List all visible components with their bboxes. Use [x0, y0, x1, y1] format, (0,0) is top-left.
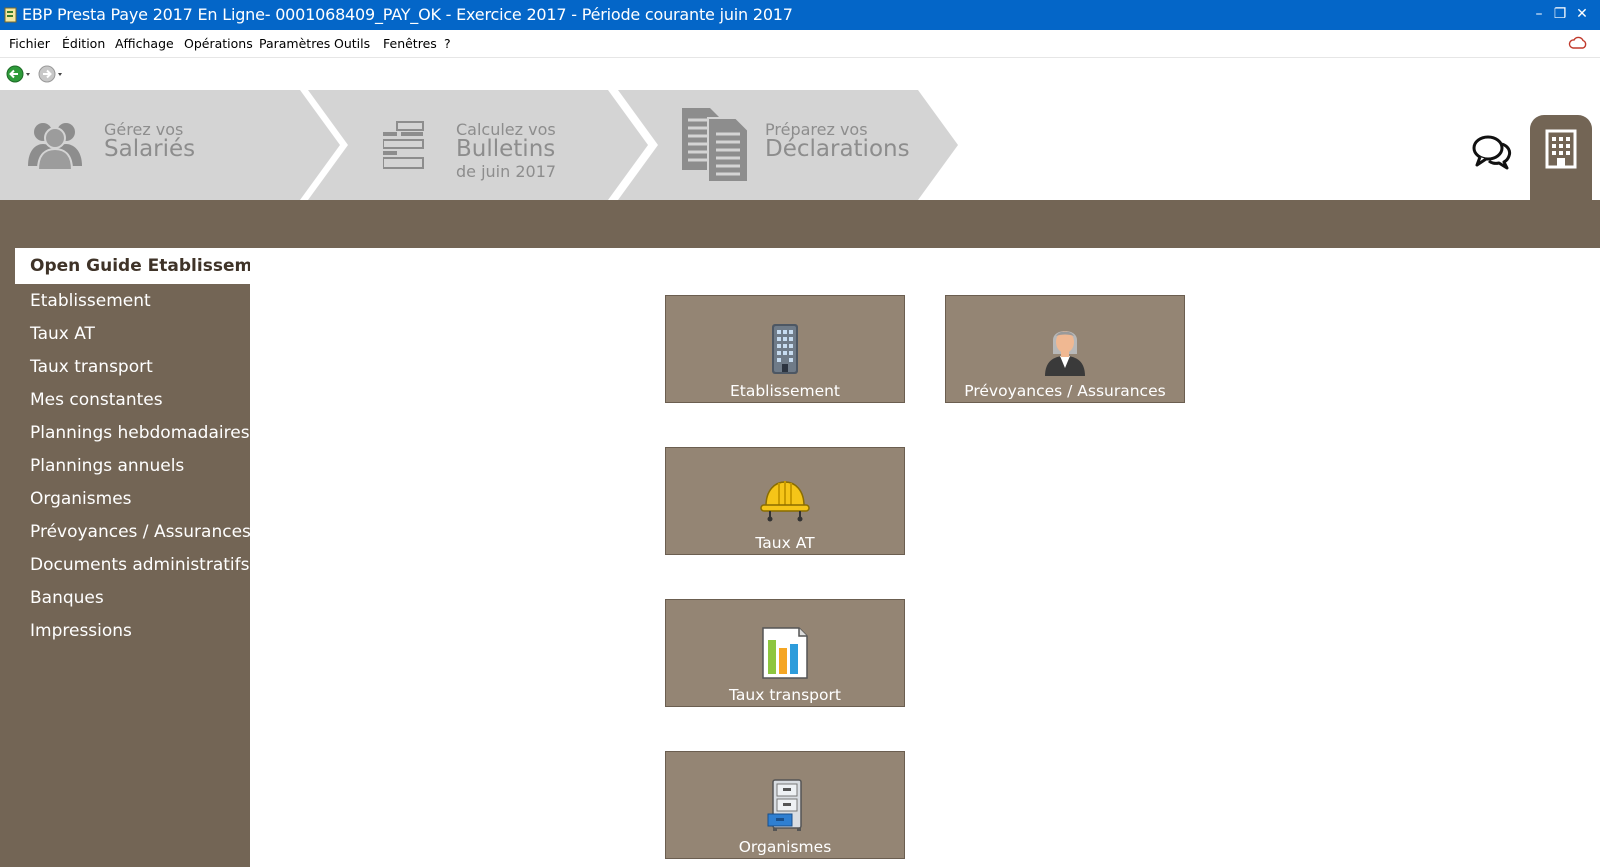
sidebar-item-prevoyances[interactable]: Prévoyances / Assurances: [30, 522, 251, 542]
step-declarations[interactable]: Préparez vos Déclarations: [618, 90, 963, 200]
chart-document-icon: [762, 627, 808, 679]
sidebar-item-taux-at[interactable]: Taux AT: [30, 324, 95, 344]
forward-icon[interactable]: [37, 63, 65, 85]
menu-outils[interactable]: Outils: [334, 36, 370, 51]
tile-prevoyances[interactable]: Prévoyances / Assurances: [945, 295, 1185, 403]
office-building-icon: [1545, 129, 1577, 169]
app-window: EBP Presta Paye 2017 En Ligne- 000106840…: [0, 0, 1600, 867]
section-band: [0, 200, 1600, 248]
tile-prevoyances-label: Prévoyances / Assurances: [964, 382, 1166, 400]
building-icon: [772, 324, 798, 374]
sidebar-item-documents-administratifs[interactable]: Documents administratifs: [30, 555, 249, 575]
sidebar-item-mes-constantes[interactable]: Mes constantes: [30, 390, 163, 410]
step-bulletins[interactable]: Calculez vos Bulletins de juin 2017: [308, 90, 653, 200]
menu-affichage[interactable]: Affichage: [115, 36, 174, 51]
step-bulletins-main: Bulletins: [456, 136, 556, 162]
sidebar-item-plannings-annuels[interactable]: Plannings annuels: [30, 456, 184, 476]
sidebar-item-banques[interactable]: Banques: [30, 588, 104, 608]
toolbar: [0, 58, 1600, 90]
restore-button[interactable]: ❐: [1551, 4, 1569, 24]
minimize-button[interactable]: –: [1530, 4, 1548, 24]
tile-organismes[interactable]: Organismes: [665, 751, 905, 859]
tile-taux-at[interactable]: Taux AT: [665, 447, 905, 555]
documents-icon: [682, 108, 749, 183]
helmet-icon: [760, 481, 810, 522]
title-bar: EBP Presta Paye 2017 En Ligne- 000106840…: [0, 0, 1600, 30]
payslip-list-icon: [383, 121, 424, 169]
step-declarations-main: Déclarations: [765, 136, 910, 162]
cloud-icon[interactable]: [1568, 36, 1588, 50]
menu-operations[interactable]: Opérations: [184, 36, 253, 51]
sidebar-item-open-guide-label: Open Guide Etablissement: [30, 256, 284, 276]
sidebar-item-organismes[interactable]: Organismes: [30, 489, 132, 509]
sidebar-item-open-guide[interactable]: Open Guide Etablissement: [15, 248, 284, 284]
sidebar-item-etablissement[interactable]: Etablissement: [30, 291, 151, 311]
back-icon[interactable]: [5, 63, 33, 85]
app-logo-icon: [4, 7, 17, 23]
chat-icon[interactable]: [1472, 132, 1512, 172]
step-salaries[interactable]: Gérez vos Salariés: [0, 90, 345, 200]
close-button[interactable]: ✕: [1573, 4, 1591, 24]
users-icon: [28, 123, 82, 170]
step-salaries-main: Salariés: [104, 136, 196, 162]
menu-help[interactable]: ?: [444, 36, 451, 51]
sidebar-item-impressions[interactable]: Impressions: [30, 621, 132, 641]
sidebar: Open Guide Etablissement Etablissement T…: [0, 248, 284, 867]
menu-bar: Fichier Édition Affichage Opérations Par…: [0, 30, 1600, 58]
workflow-header: Gérez vos Salariés Calculez vos Bulletin…: [0, 90, 1600, 200]
tile-taux-transport[interactable]: Taux transport: [665, 599, 905, 707]
file-cabinet-icon: [767, 779, 802, 831]
tile-taux-at-label: Taux AT: [755, 534, 815, 552]
menu-fenetres[interactable]: Fenêtres: [383, 36, 437, 51]
step-bulletins-period: de juin 2017: [456, 162, 557, 181]
tile-organismes-label: Organismes: [738, 838, 832, 856]
tile-etablissement[interactable]: Etablissement: [665, 295, 905, 403]
menu-edition[interactable]: Édition: [62, 36, 105, 51]
window-title: EBP Presta Paye 2017 En Ligne- 000106840…: [22, 5, 793, 24]
establishment-tab[interactable]: [1530, 115, 1592, 201]
person-icon: [1045, 331, 1085, 376]
menu-parametres[interactable]: Paramètres: [259, 36, 330, 51]
sidebar-item-taux-transport[interactable]: Taux transport: [30, 357, 153, 377]
sidebar-item-plannings-hebdomadaires[interactable]: Plannings hebdomadaires: [30, 423, 250, 443]
tile-taux-transport-label: Taux transport: [729, 686, 841, 704]
menu-fichier[interactable]: Fichier: [9, 36, 50, 51]
tile-etablissement-label: Etablissement: [729, 382, 841, 400]
main-content: Etablissement Prévoyances / Assurances T…: [250, 248, 1600, 867]
